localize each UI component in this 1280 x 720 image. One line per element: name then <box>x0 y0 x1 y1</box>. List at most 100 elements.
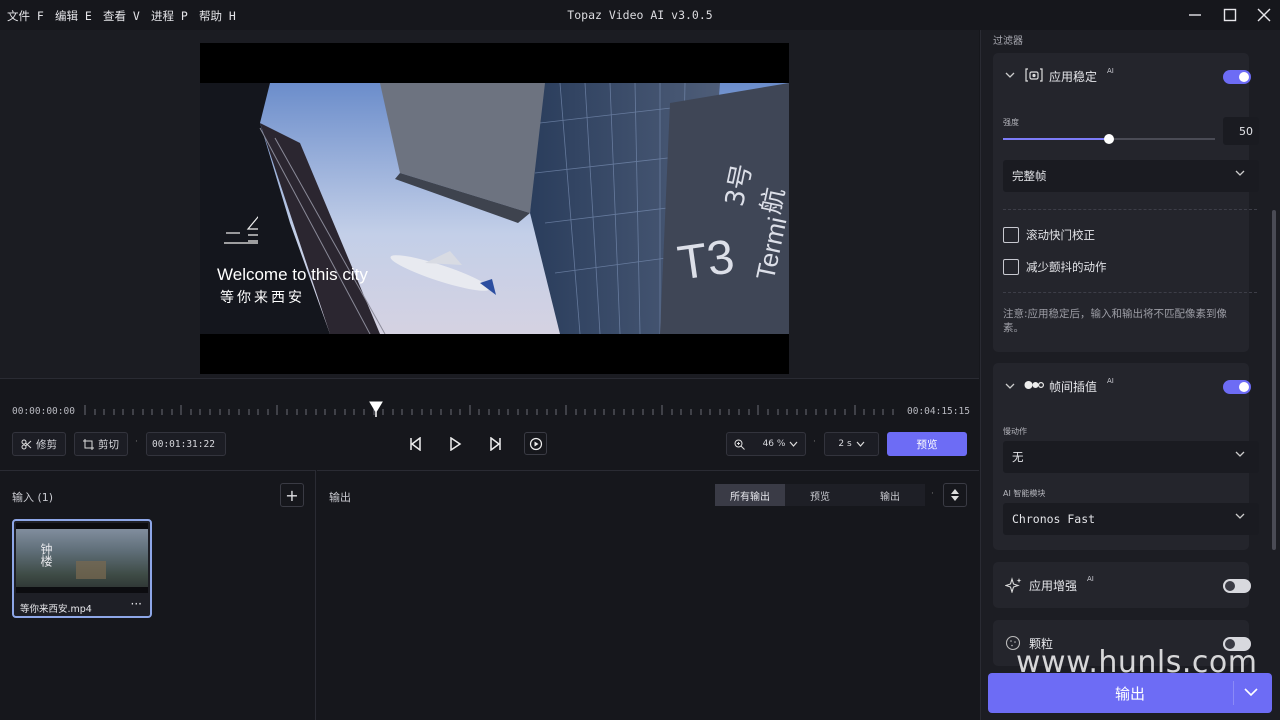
close-button[interactable] <box>1255 6 1273 24</box>
crop-button[interactable]: 剪切 <box>74 432 128 456</box>
chevron-down-icon <box>1235 513 1245 519</box>
stabilization-toggle[interactable] <box>1223 70 1251 84</box>
close-icon <box>1257 8 1271 22</box>
tab-preview[interactable]: 预览 <box>785 484 855 506</box>
ai-model-label: AI 智能模块 <box>1003 489 1046 498</box>
crop-icon <box>83 438 94 450</box>
slowmo-value: 无 <box>1012 450 1024 464</box>
window-title: Topaz Video AI v3.0.5 <box>567 8 713 22</box>
timeline-ticks <box>84 405 894 415</box>
tab-all-outputs[interactable]: 所有输出 <box>715 484 785 506</box>
current-time-field[interactable]: 00:01:31:22 <box>146 432 226 456</box>
video-overlay-subtitle: 等你来西安 <box>220 290 305 306</box>
ai-model-select[interactable]: Chronos Fast <box>1003 503 1259 535</box>
input-file-name: 等你来西安.mp4 <box>20 604 92 615</box>
timeline-ruler[interactable] <box>84 403 894 417</box>
input-file-card[interactable]: 钟楼 等你来西安.mp4 ··· <box>12 519 152 618</box>
enhancement-title: 应用增强 <box>1029 579 1078 593</box>
strength-slider[interactable] <box>1003 134 1215 144</box>
playhead-icon <box>368 401 383 417</box>
output-panel-title: 输出 <box>329 491 351 504</box>
chevron-down-icon[interactable] <box>1244 688 1258 697</box>
previous-frame-button[interactable] <box>404 432 428 456</box>
export-label: 输出 <box>1114 684 1145 703</box>
reduce-jitter-checkbox[interactable] <box>1003 259 1019 275</box>
tab-output[interactable]: 输出 <box>855 484 925 506</box>
timeline-end-time: 00:04:15:15 <box>907 406 970 417</box>
trim-button[interactable]: 修剪 <box>12 432 66 456</box>
filters-label: 过滤器 <box>993 36 1023 47</box>
stabilization-mode-select[interactable]: 完整帧 <box>1003 160 1259 192</box>
chevron-down-icon[interactable] <box>1005 383 1015 390</box>
zoom-select[interactable]: 46 % <box>726 432 806 456</box>
maximize-icon <box>1223 8 1237 22</box>
slowmo-select[interactable]: 无 <box>1003 441 1259 473</box>
preview-length-select[interactable]: 2 s <box>824 432 879 456</box>
reduce-jitter-label: 减少颤抖的动作 <box>1026 260 1107 274</box>
strength-slider-knob[interactable] <box>1104 134 1114 144</box>
sparkle-icon <box>1005 577 1022 593</box>
timeline-panel: 00:00:00:00 00:04:15:15 修剪 剪切 · 00:01:31… <box>0 378 979 470</box>
ai-badge: AI <box>1107 67 1114 75</box>
scissors-icon <box>21 439 32 449</box>
step-forward-icon <box>490 437 501 451</box>
pagoda-logo-icon <box>218 213 270 258</box>
separator-dot: · <box>135 437 138 447</box>
loop-play-icon <box>529 437 542 450</box>
interpolation-title: 帧间插值 <box>1049 380 1098 394</box>
sort-icon <box>951 489 959 501</box>
more-options-button[interactable]: ··· <box>131 597 142 611</box>
export-divider <box>1233 681 1234 705</box>
slowmo-label: 慢动作 <box>1003 427 1027 436</box>
stabilize-icon <box>1025 68 1043 82</box>
strength-value-input[interactable]: 50 <box>1223 117 1259 145</box>
rolling-shutter-checkbox[interactable] <box>1003 227 1019 243</box>
rolling-shutter-label: 滚动快门校正 <box>1026 228 1095 242</box>
ai-badge: AI <box>1087 575 1094 583</box>
play-button[interactable] <box>443 432 467 456</box>
play-icon <box>450 437 462 451</box>
chevron-down-icon[interactable] <box>1005 72 1015 79</box>
terminal-sign: T3 <box>674 230 738 291</box>
preview-length-value: 2 s <box>838 439 852 449</box>
thumbnail-text: 钟楼 <box>39 543 53 567</box>
ai-badge: AI <box>1107 377 1114 385</box>
plus-icon: + <box>285 485 299 505</box>
next-frame-button[interactable] <box>483 432 507 456</box>
divider <box>1003 209 1257 210</box>
chevron-down-icon <box>1235 170 1245 176</box>
chevron-down-icon <box>789 441 798 447</box>
trim-label: 修剪 <box>36 438 57 451</box>
divider <box>1003 292 1257 293</box>
timeline-start-time: 00:00:00:00 <box>12 406 75 417</box>
strength-label: 强度 <box>1003 118 1019 127</box>
loop-play-button[interactable] <box>524 432 547 455</box>
preview-button[interactable]: 预览 <box>887 432 967 456</box>
video-preview[interactable]: Welcome to this city 等你来西安 T3 3号航 Termi <box>200 43 789 374</box>
input-panel: 输入 (1) + 钟楼 等你来西安.mp4 ··· <box>0 470 316 720</box>
input-panel-title: 输入 (1) <box>12 491 54 504</box>
stabilization-title: 应用稳定 <box>1049 70 1098 84</box>
export-button[interactable]: 输出 <box>988 673 1272 713</box>
add-input-button[interactable]: + <box>280 483 304 507</box>
zoom-value: 46 % <box>762 439 786 449</box>
sidebar-scrollbar[interactable] <box>1272 210 1276 550</box>
chevron-down-icon <box>1235 451 1245 457</box>
separator-dot: · <box>931 489 934 499</box>
stabilization-mode-value: 完整帧 <box>1012 169 1047 183</box>
stabilization-card: 应用稳定 AI 强度 50 完整帧 滚动快门校正 减少颤抖的动作 注意:应用稳定… <box>993 53 1259 352</box>
interpolation-card: 帧间插值 AI 慢动作 无 AI 智能模块 Chronos Fast <box>993 363 1259 550</box>
frame-interpolation-icon <box>1024 381 1044 389</box>
enhancement-card: 应用增强 AI <box>993 562 1251 608</box>
strength-slider-fill <box>1003 138 1109 140</box>
minimize-icon <box>1189 14 1201 16</box>
enhancement-toggle[interactable] <box>1223 579 1251 593</box>
minimize-button[interactable] <box>1186 6 1204 24</box>
playhead-handle[interactable] <box>368 401 383 417</box>
input-thumbnail: 钟楼 <box>16 523 148 593</box>
maximize-button[interactable] <box>1221 6 1239 24</box>
interpolation-toggle[interactable] <box>1223 380 1251 394</box>
sort-button[interactable] <box>943 483 967 507</box>
video-overlay-title: Welcome to this city <box>217 265 368 284</box>
stabilization-note: 注意:应用稳定后，输入和输出将不匹配像素到像素。 <box>1003 308 1228 334</box>
